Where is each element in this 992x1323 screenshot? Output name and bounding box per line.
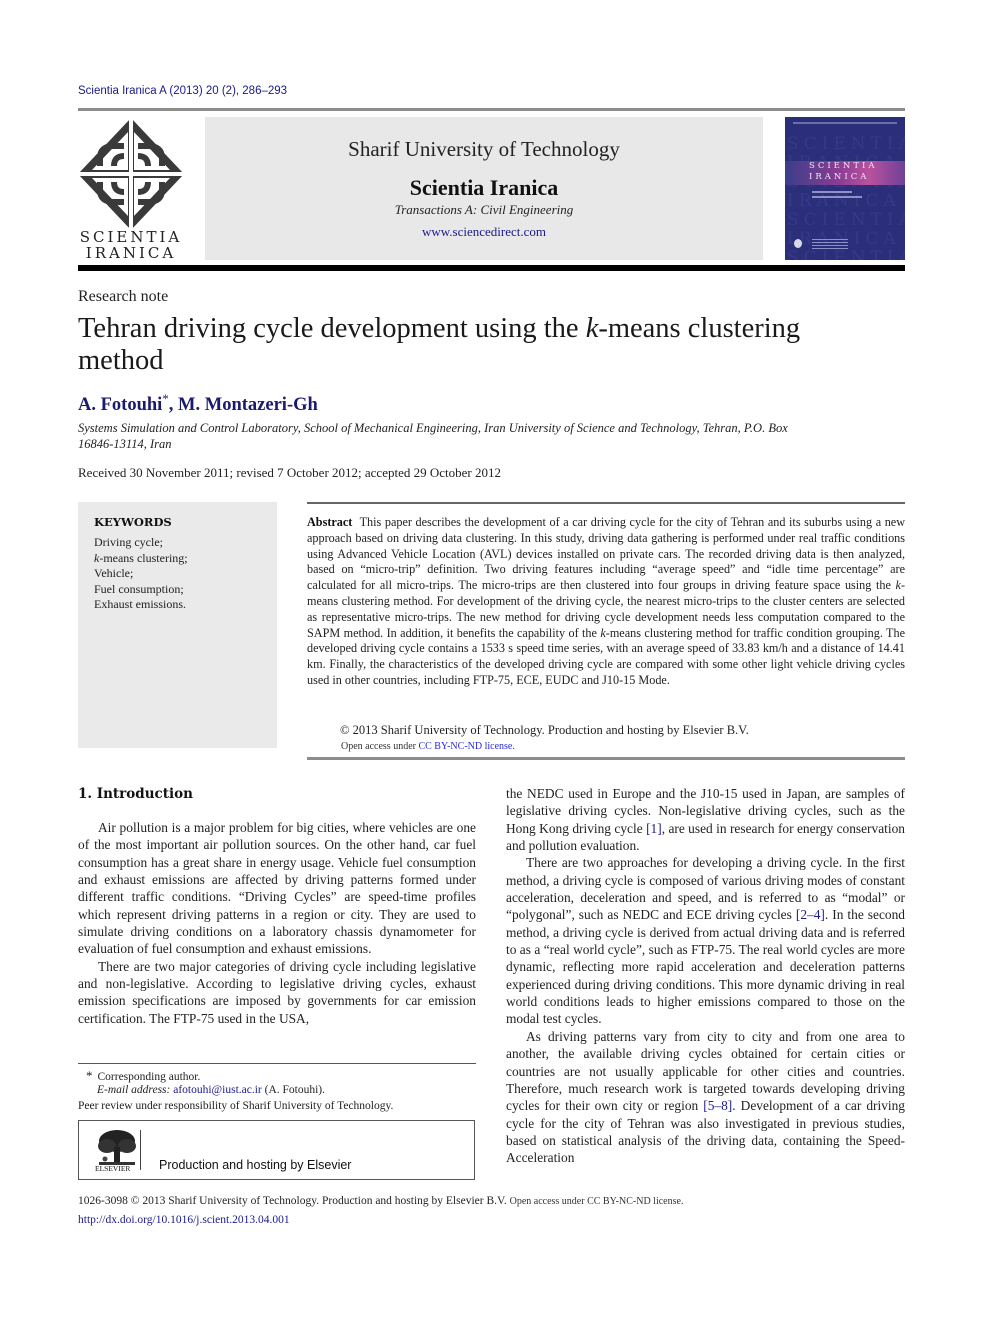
logo-wordmark-line1: SCIENTIA bbox=[79, 228, 183, 246]
footnote-rule bbox=[78, 1063, 476, 1064]
author-list: A. Fotouhi*, M. Montazeri-Gh bbox=[78, 391, 318, 416]
footnote-email: E-mail address: afotouhi@iust.ac.ir (A. … bbox=[97, 1084, 325, 1096]
logo-wordmark: SCIENTIA IRANICA bbox=[78, 229, 184, 261]
journal-section: Transactions A: Civil Engineering bbox=[394, 202, 574, 217]
paragraph: There are two approaches for developing … bbox=[506, 855, 905, 1027]
abstract-text: Abstract This paper describes the develo… bbox=[307, 515, 906, 687]
elsevier-hosting-text: Production and hosting by Elsevier bbox=[159, 1158, 352, 1172]
abstract-top-rule bbox=[307, 502, 905, 504]
keyword-item: Fuel consumption; bbox=[94, 581, 184, 596]
header-divider bbox=[78, 108, 905, 111]
author-link[interactable]: A. Fotouhi bbox=[78, 395, 162, 415]
keyword-item: Exhaust emissions. bbox=[94, 597, 186, 612]
open-access-notice: Open access under CC BY-NC-ND license. bbox=[341, 741, 515, 752]
body-column-right: the NEDC used in Europe and the J10-15 u… bbox=[506, 785, 905, 1167]
journal-emblem-icon bbox=[78, 118, 184, 230]
journal-masthead: Sharif University of Technology Scientia… bbox=[205, 117, 763, 260]
journal-citation-link[interactable]: Scientia Iranica A (2013) 20 (2), 286–29… bbox=[78, 85, 287, 97]
elsevier-tree-logo-icon bbox=[97, 1129, 137, 1167]
footnote-corresponding-author: * Corresponding author. bbox=[86, 1068, 201, 1083]
keywords-heading: KEYWORDS bbox=[94, 515, 172, 529]
reference-link[interactable]: [1] bbox=[646, 821, 662, 836]
article-type: Research note bbox=[78, 288, 169, 305]
abstract-copyright: © 2013 Sharif University of Technology. … bbox=[340, 723, 749, 737]
cover-title: SCIENTIA IRANICA bbox=[809, 161, 878, 182]
university-name: Sharif University of Technology bbox=[348, 137, 620, 161]
cover-subtitle-line bbox=[812, 191, 852, 193]
body-column-left: Air pollution is a major problem for big… bbox=[78, 819, 476, 1027]
footer-copyright: 1026-3098 © 2013 Sharif University of Te… bbox=[78, 1195, 684, 1207]
author-link[interactable]: M. Montazeri-Gh bbox=[178, 395, 318, 415]
logo-wordmark-line2: IRANICA bbox=[85, 244, 177, 262]
keywords-box: KEYWORDS Driving cycle; k-means clusteri… bbox=[78, 502, 277, 748]
keyword-item: Vehicle; bbox=[94, 566, 134, 581]
keywords-list: Driving cycle; k-means clustering; Vehic… bbox=[94, 535, 188, 613]
license-link[interactable]: CC BY-NC-ND license. bbox=[418, 741, 514, 752]
article-title: Tehran driving cycle development using t… bbox=[78, 313, 801, 376]
keyword-item: k-means clustering; bbox=[94, 550, 188, 565]
footer-license-link[interactable]: CC BY-NC-ND license. bbox=[587, 1196, 683, 1207]
abstract-bottom-rule bbox=[307, 757, 905, 760]
reference-link[interactable]: [5–8] bbox=[703, 1098, 732, 1113]
peer-review-note: Peer review under responsibility of Shar… bbox=[78, 1100, 394, 1112]
elsevier-divider bbox=[140, 1130, 141, 1170]
abstract-label: Abstract bbox=[307, 515, 353, 529]
keyword-item: Driving cycle; bbox=[94, 535, 163, 549]
cover-issue-info bbox=[812, 239, 848, 249]
elsevier-hosting-box: ELSEVIER Production and hosting by Elsev… bbox=[78, 1120, 475, 1180]
paragraph: the NEDC used in Europe and the J10-15 u… bbox=[506, 786, 905, 854]
cover-seal-icon bbox=[794, 239, 802, 248]
doi-link[interactable]: http://dx.doi.org/10.1016/j.scient.2013.… bbox=[78, 1214, 290, 1226]
article-history-dates: Received 30 November 2011; revised 7 Oct… bbox=[78, 465, 501, 480]
reference-link[interactable]: [2–4] bbox=[796, 907, 825, 922]
cover-header-line bbox=[793, 122, 897, 124]
paragraph: As driving patterns vary from city to ci… bbox=[506, 1028, 905, 1166]
header-thick-rule bbox=[78, 265, 905, 271]
cover-subtitle-line bbox=[812, 196, 862, 198]
author-email-link[interactable]: afotouhi@iust.ac.ir bbox=[173, 1084, 262, 1096]
journal-cover-image[interactable]: SCIENTIA IRANICA SCIENTIA IRANICA SCIENT… bbox=[785, 117, 905, 260]
author-affiliation: Systems Simulation and Control Laborator… bbox=[78, 421, 788, 451]
sciencedirect-link[interactable]: www.sciencedirect.com bbox=[205, 224, 763, 240]
scientia-iranica-logo: SCIENTIA IRANICA bbox=[78, 118, 184, 261]
section-heading-introduction: 1. Introduction bbox=[78, 786, 193, 802]
paragraph: Air pollution is a major problem for big… bbox=[78, 820, 476, 957]
footnote-marker: * bbox=[86, 1068, 93, 1083]
paragraph: There are two major categories of drivin… bbox=[78, 958, 476, 1026]
journal-name: Scientia Iranica bbox=[409, 175, 559, 200]
elsevier-wordmark: ELSEVIER bbox=[95, 1164, 131, 1173]
